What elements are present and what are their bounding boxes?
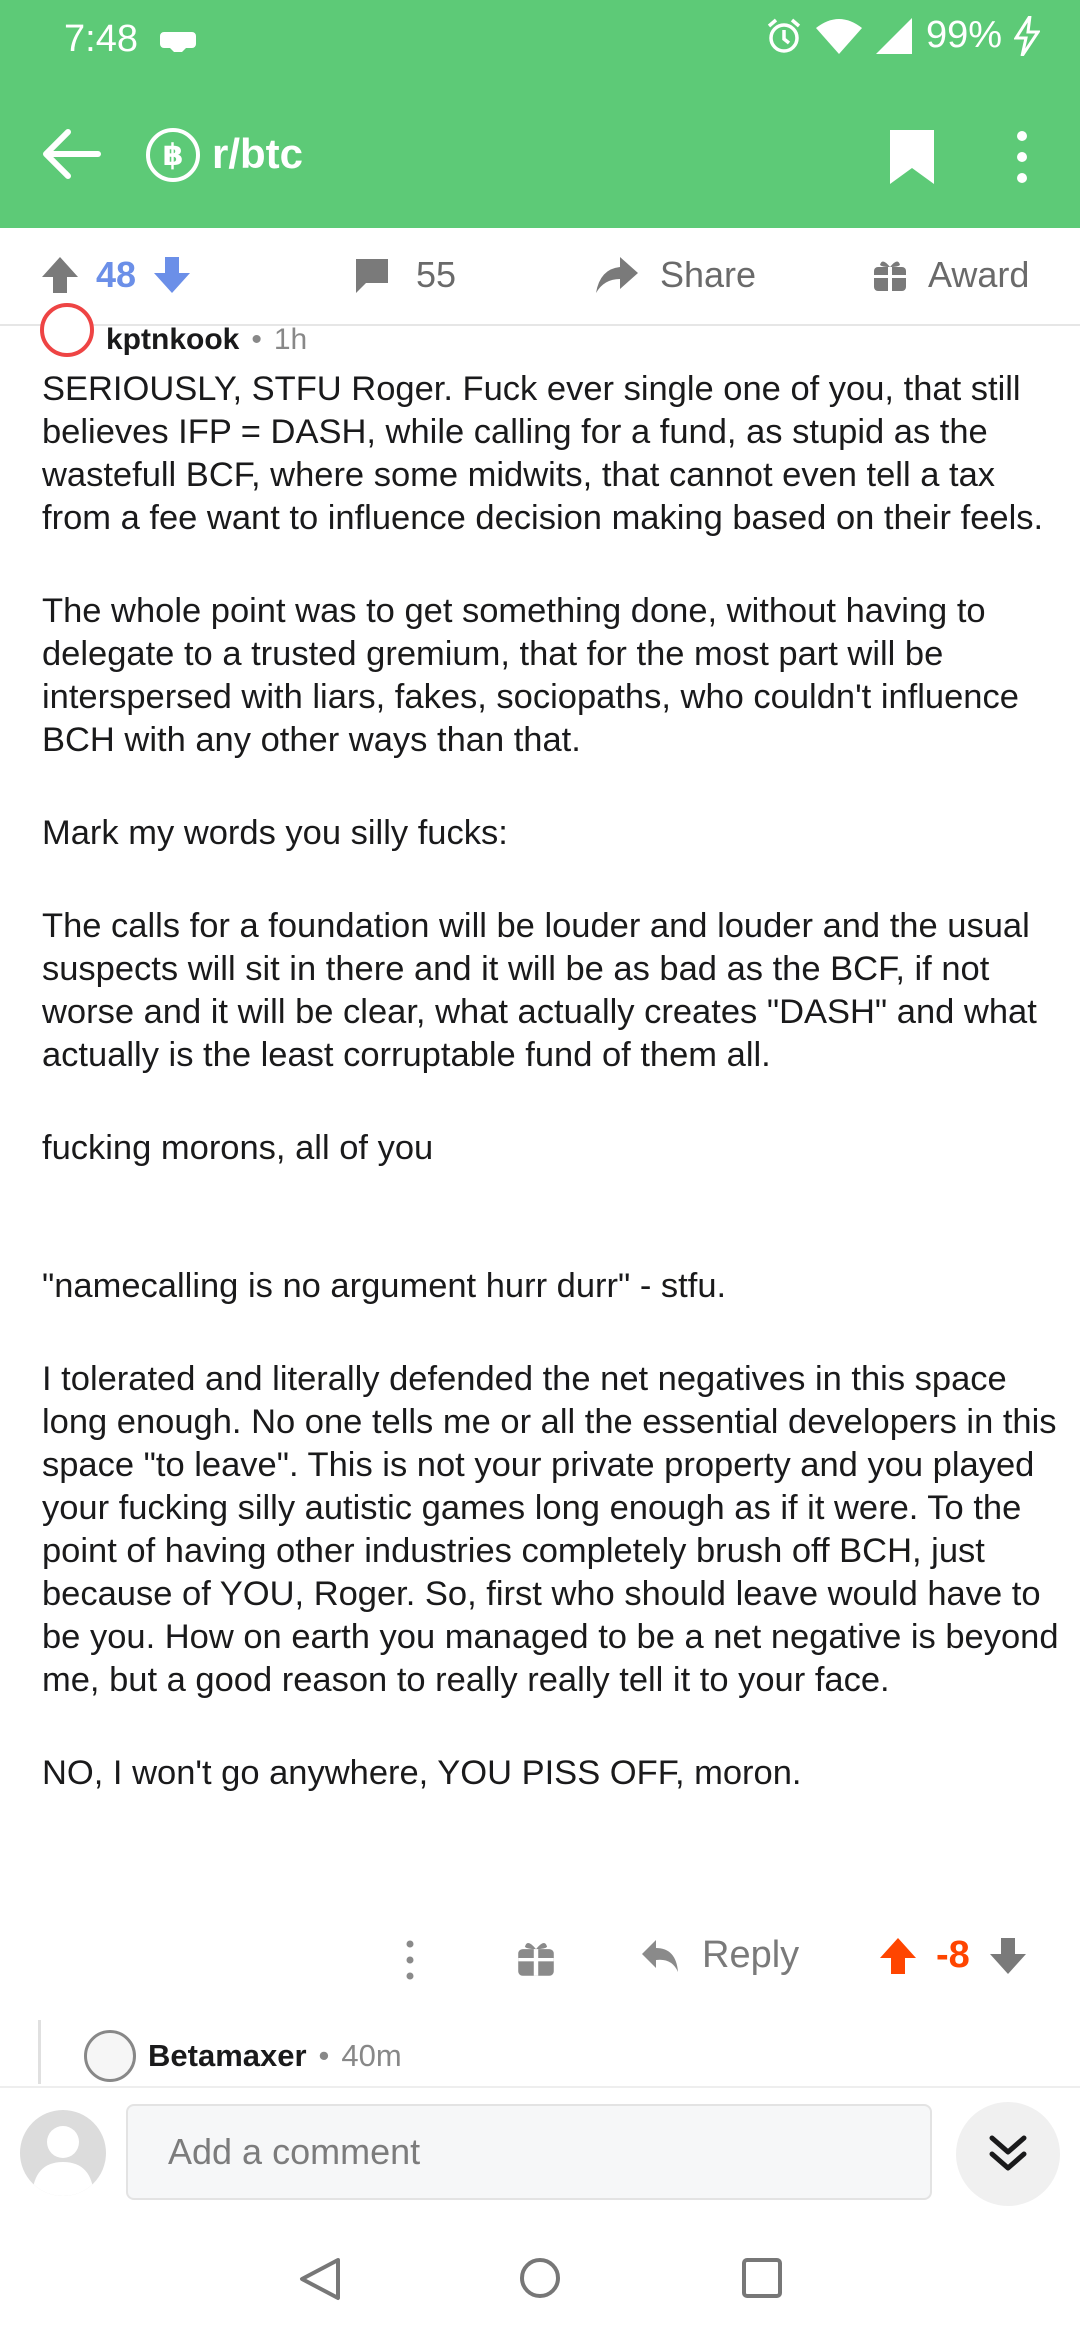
wifi-icon: [815, 18, 862, 54]
gift-icon: [874, 261, 906, 291]
user-avatar[interactable]: [20, 2110, 106, 2196]
comment-input[interactable]: Add a comment: [126, 2104, 932, 2200]
subreddit-name[interactable]: r/btc: [212, 130, 303, 178]
avatar[interactable]: [40, 303, 94, 357]
meta-separator: •: [318, 2038, 330, 2073]
post-action-bar: 48 55 Share Award: [0, 228, 1080, 326]
comment-author[interactable]: Betamaxer: [148, 2038, 307, 2074]
nav-home-icon[interactable]: [518, 2256, 562, 2300]
thread-line[interactable]: [38, 2020, 41, 2084]
status-time: 7:48: [64, 18, 138, 60]
downvote-icon[interactable]: [152, 255, 192, 295]
downvote-icon[interactable]: [988, 1936, 1028, 1976]
nav-back-icon[interactable]: [298, 2256, 342, 2302]
app-bar: ฿ r/btc: [0, 80, 1080, 228]
comments-count: 55: [416, 254, 457, 295]
award-button[interactable]: Award: [872, 254, 1029, 296]
reply-label: Reply: [702, 1934, 800, 1976]
status-bar: 7:48 99%: [0, 0, 1080, 80]
comment-age: 1h: [273, 323, 308, 356]
collapse-comments-button[interactable]: [956, 2102, 1060, 2206]
share-button[interactable]: Share: [594, 254, 756, 296]
share-label: Share: [660, 254, 757, 295]
system-nav-bar: [0, 2216, 1080, 2340]
more-vert-icon[interactable]: [1004, 128, 1040, 186]
comment-vote-group: -8: [878, 1934, 1028, 1977]
battery-percent: 99%: [925, 14, 1002, 56]
upvote-icon[interactable]: [40, 255, 80, 295]
comment-paragraph: fucking morons, all of you: [42, 1129, 434, 1167]
post-vote-group: 48: [40, 254, 192, 296]
user-silhouette-icon: [32, 2126, 94, 2196]
nav-recent-apps-icon[interactable]: [740, 2256, 784, 2300]
comment-paragraph: "namecalling is no argument hurr durr" -…: [42, 1267, 727, 1305]
comment-age: 40m: [341, 2038, 402, 2073]
reply-bar: Add a comment: [0, 2086, 1080, 2216]
game-controller-icon: [160, 32, 196, 52]
comment-paragraph: Mark my words you silly fucks:: [42, 814, 508, 852]
signal-icon: [875, 17, 912, 54]
comment-paragraph: I tolerated and literally defended the n…: [42, 1360, 1059, 1699]
upvote-icon[interactable]: [878, 1936, 918, 1976]
gift-icon[interactable]: [516, 1938, 556, 1978]
status-indicators: 99%: [764, 14, 1040, 57]
alarm-icon: [767, 18, 801, 53]
subreddit-icon[interactable]: ฿: [146, 128, 200, 182]
comment-paragraph: The calls for a foundation will be loude…: [42, 907, 1037, 1074]
double-chevron-down-icon: [989, 2135, 1027, 2171]
comment-paragraph: SERIOUSLY, STFU Roger. Fuck ever single …: [42, 370, 1044, 537]
child-comment-header: Betamaxer • 40m: [84, 2030, 402, 2082]
comment-author[interactable]: kptnkook: [106, 323, 239, 357]
comment-icon: [356, 259, 388, 293]
avatar[interactable]: [84, 2030, 136, 2082]
award-label: Award: [928, 254, 1030, 295]
comment-score: -8: [936, 1934, 970, 1976]
comment-actions: Reply -8: [0, 1920, 1080, 2000]
comment-paragraph: The whole point was to get something don…: [42, 592, 1019, 759]
comment-header: kptnkook • 1h: [40, 303, 308, 362]
comment-body: SERIOUSLY, STFU Roger. Fuck ever single …: [42, 368, 1062, 1845]
reply-icon: [642, 1939, 678, 1972]
comment-paragraph: NO, I won't go anywhere, YOU PISS OFF, m…: [42, 1754, 802, 1792]
share-icon: [596, 257, 638, 293]
post-score: 48: [96, 254, 137, 295]
charging-bolt-icon: [1014, 15, 1040, 56]
comments-count-button[interactable]: 55: [352, 254, 456, 296]
bookmark-icon[interactable]: [888, 128, 936, 186]
more-vert-icon[interactable]: [400, 1936, 420, 1984]
back-arrow-icon[interactable]: [40, 126, 104, 182]
meta-separator: •: [251, 323, 262, 356]
reply-button[interactable]: Reply: [640, 1934, 799, 1977]
